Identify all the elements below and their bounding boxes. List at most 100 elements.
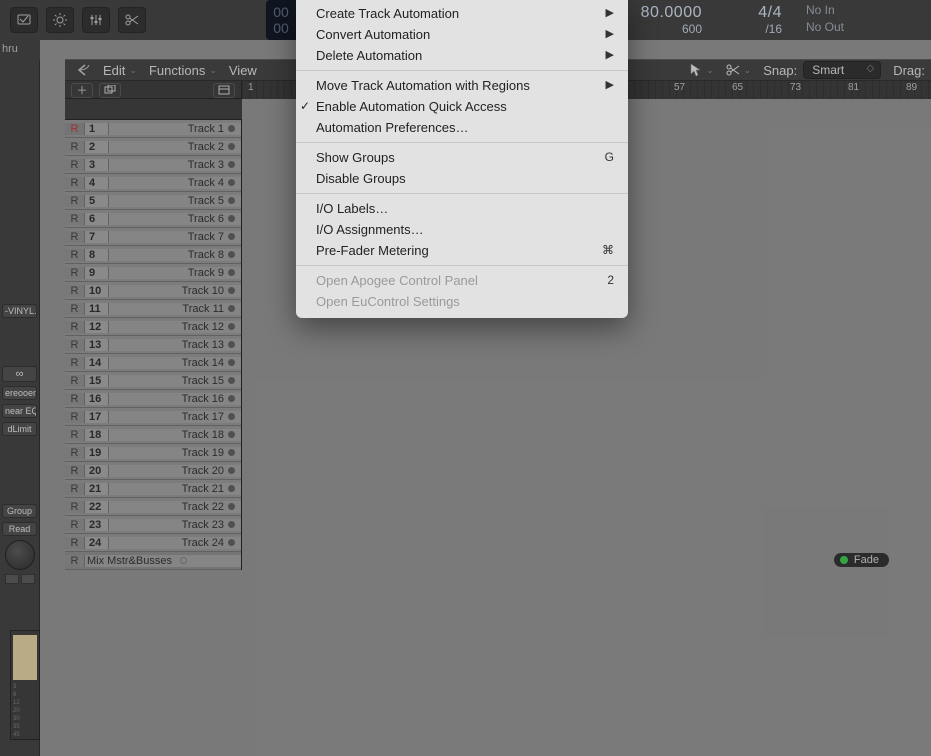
track-row[interactable]: R4Track 4 [65, 174, 241, 192]
track-row[interactable]: R13Track 13 [65, 336, 241, 354]
menu-view[interactable]: View [223, 63, 263, 78]
menu-item[interactable]: Disable Groups [296, 168, 628, 189]
ruler-mark: 1 [248, 82, 254, 93]
menu-shortcut: G [605, 149, 614, 166]
record-enable-button[interactable]: R [65, 429, 85, 441]
record-enable-button[interactable]: R [65, 375, 85, 387]
track-row[interactable]: R3Track 3 [65, 156, 241, 174]
track-row[interactable]: R24Track 24 [65, 534, 241, 552]
menu-functions[interactable]: Functions⌄ [143, 63, 223, 78]
track-row[interactable]: R10Track 10 [65, 282, 241, 300]
insp-chip[interactable]: Group [2, 504, 37, 518]
pan-knob[interactable] [5, 540, 35, 570]
sun-icon[interactable] [46, 7, 74, 33]
track-row[interactable]: R6Track 6 [65, 210, 241, 228]
record-enable-button[interactable]: R [65, 501, 85, 513]
insp-chip[interactable]: dLimit [2, 422, 37, 436]
screen-icon[interactable] [10, 7, 38, 33]
menu-view-label: View [229, 63, 257, 78]
record-enable-button[interactable]: R [65, 393, 85, 405]
left-header: hru [0, 40, 40, 60]
tempo-value[interactable]: 80.0000 [630, 4, 702, 22]
record-enable-button[interactable]: R [65, 195, 85, 207]
fade-label: Fade [854, 554, 879, 566]
record-enable-button[interactable]: R [65, 141, 85, 153]
division-value[interactable]: /16 [710, 22, 782, 36]
track-color-dot-icon [228, 359, 235, 366]
record-enable-button[interactable]: R [65, 303, 85, 315]
automation-mode-badge[interactable]: Fade [834, 553, 889, 567]
track-row[interactable]: R9Track 9 [65, 264, 241, 282]
record-enable-button[interactable]: R [65, 537, 85, 549]
record-enable-button[interactable]: R [65, 321, 85, 333]
track-row[interactable]: R5Track 5 [65, 192, 241, 210]
timesig-value[interactable]: 4/4 [710, 4, 782, 22]
record-enable-button[interactable]: R [65, 339, 85, 351]
record-enable-button[interactable]: R [65, 483, 85, 495]
track-row[interactable]: R7Track 7 [65, 228, 241, 246]
record-enable-button[interactable]: R [65, 123, 85, 135]
track-row[interactable]: R21Track 21 [65, 480, 241, 498]
track-color-dot-icon [228, 449, 235, 456]
track-number: 7 [85, 231, 109, 243]
record-enable-button[interactable]: R [65, 285, 85, 297]
insp-chip[interactable]: Read [2, 522, 37, 536]
menu-item[interactable]: Delete Automation▶ [296, 45, 628, 66]
record-enable-button[interactable]: R [65, 357, 85, 369]
track-row[interactable]: R15Track 15 [65, 372, 241, 390]
sliders-icon[interactable] [82, 7, 110, 33]
beat-value[interactable]: 600 [630, 22, 702, 36]
record-enable-button[interactable]: R [65, 465, 85, 477]
track-row[interactable]: R2Track 2 [65, 138, 241, 156]
track-row[interactable]: R14Track 14 [65, 354, 241, 372]
menu-item[interactable]: Create Track Automation▶ [296, 3, 628, 24]
record-enable-button[interactable]: R [65, 159, 85, 171]
io-in[interactable]: No In [806, 2, 844, 19]
track-row[interactable]: R1Track 1 [65, 120, 241, 138]
menu-item[interactable]: Automation Preferences… [296, 117, 628, 138]
track-row[interactable]: R19Track 19 [65, 444, 241, 462]
menu-item[interactable]: I/O Assignments… [296, 219, 628, 240]
record-enable-button[interactable]: R [65, 447, 85, 459]
record-enable-button[interactable]: R [65, 177, 85, 189]
track-row[interactable]: R23Track 23 [65, 516, 241, 534]
record-enable-button[interactable]: R [65, 555, 85, 567]
track-row[interactable]: R18Track 18 [65, 426, 241, 444]
track-row[interactable]: R20Track 20 [65, 462, 241, 480]
menu-edit[interactable]: Edit⌄ [97, 63, 143, 78]
mini-scale-tick: 35 [13, 723, 20, 731]
track-row[interactable]: R16Track 16 [65, 390, 241, 408]
insp-chip[interactable]: ereooere [2, 386, 37, 400]
track-row-master[interactable]: RMix Mstr&Busses [65, 552, 241, 570]
record-enable-button[interactable]: R [65, 519, 85, 531]
insp-chip[interactable]: ∞ [2, 366, 37, 382]
track-row[interactable]: R17Track 17 [65, 408, 241, 426]
add-track-button[interactable]: ＋ [71, 83, 93, 98]
menu-item[interactable]: I/O Labels… [296, 198, 628, 219]
snap-select[interactable]: Smart [803, 61, 881, 79]
duplicate-track-button[interactable] [99, 83, 121, 98]
track-row[interactable]: R12Track 12 [65, 318, 241, 336]
menu-item[interactable]: ✓Enable Automation Quick Access [296, 96, 628, 117]
menu-item[interactable]: Pre-Fader Metering⌘ [296, 240, 628, 261]
track-row[interactable]: R22Track 22 [65, 498, 241, 516]
record-enable-button[interactable]: R [65, 231, 85, 243]
record-enable-button[interactable]: R [65, 213, 85, 225]
menu-item[interactable]: Move Track Automation with Regions▶ [296, 75, 628, 96]
tracklist-options-button[interactable] [213, 83, 235, 98]
scissors-tool-icon[interactable]: ⌄ [720, 64, 758, 76]
menu-item[interactable]: Show GroupsG [296, 147, 628, 168]
io-display[interactable]: No In No Out [806, 2, 844, 36]
io-out[interactable]: No Out [806, 19, 844, 36]
insp-chip[interactable]: near EQ [2, 404, 37, 418]
pointer-tool-icon[interactable]: ⌄ [684, 63, 720, 77]
track-row[interactable]: R8Track 8 [65, 246, 241, 264]
back-arrow-icon[interactable] [65, 64, 97, 76]
insp-chip[interactable]: -VINYL… [2, 304, 37, 318]
menu-item[interactable]: Convert Automation▶ [296, 24, 628, 45]
record-enable-button[interactable]: R [65, 411, 85, 423]
track-row[interactable]: R11Track 11 [65, 300, 241, 318]
record-enable-button[interactable]: R [65, 249, 85, 261]
record-enable-button[interactable]: R [65, 267, 85, 279]
scissors-icon[interactable] [118, 7, 146, 33]
